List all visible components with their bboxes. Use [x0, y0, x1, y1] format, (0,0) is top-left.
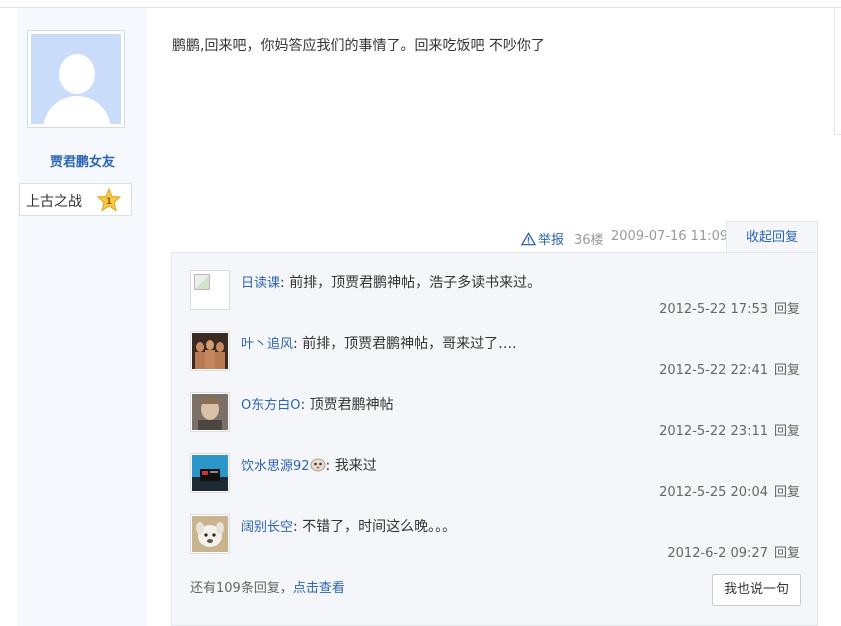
- reply-footer: 2012-6-2 09:27 回复: [667, 542, 800, 561]
- reply-footer: 2012-5-22 22:41 回复: [659, 359, 800, 378]
- floor-number: 36楼: [574, 233, 604, 248]
- emoji-face-icon: [310, 458, 325, 472]
- reply-button[interactable]: 回复: [774, 485, 800, 500]
- reply-user[interactable]: O东方白O: [241, 398, 300, 413]
- reply-user[interactable]: 饮水思源92: [241, 459, 310, 474]
- group-photo-icon: [192, 333, 228, 369]
- rank-level: 1: [106, 197, 112, 207]
- broken-image-icon: [192, 272, 228, 308]
- reply-button[interactable]: 回复: [774, 363, 800, 378]
- reply-footer: 2012-5-22 23:11 回复: [659, 420, 800, 439]
- list-item: 日读课: 前排，顶贾君鹏神帖，浩子多读书来过。 2012-5-22 17:53 回…: [190, 270, 800, 330]
- more-replies: 还有109条回复，点击查看: [190, 577, 345, 596]
- reply-line: 阔别长空: 不错了，时间这么晚。。。: [241, 519, 457, 535]
- reply-footer: 2012-5-25 20:04 回复: [659, 481, 800, 500]
- post-page: 贾君鹏女友 上古之战 1 鹏鹏,回来吧，你妈答应我们的事情了。回来吃饭吧 不吵你…: [0, 0, 841, 626]
- list-item: 阔别长空: 不错了，时间这么晚。。。 2012-6-2 09:27 回复: [190, 514, 800, 574]
- reply-user[interactable]: 叶丶追风: [241, 337, 293, 352]
- author-sidebar: 贾君鹏女友 上古之战 1: [18, 8, 147, 626]
- right-divider-tick: [834, 134, 841, 135]
- report-link[interactable]: 举报: [521, 229, 564, 248]
- sheep-photo-icon: [192, 516, 228, 552]
- reply-time: 2012-5-22 22:41: [659, 363, 768, 378]
- reply-time: 2012-5-22 17:53: [659, 302, 768, 317]
- reply-time: 2012-5-22 23:11: [659, 424, 768, 439]
- reply-list: 日读课: 前排，顶贾君鹏神帖，浩子多读书来过。 2012-5-22 17:53 回…: [171, 252, 818, 626]
- reply-text: 我来过: [334, 458, 377, 474]
- collapse-replies-button[interactable]: 收起回复: [726, 221, 818, 253]
- list-item: 饮水思源92: 我来过 2012-5-25 20:04 回复: [190, 453, 800, 513]
- reply-avatar[interactable]: [190, 392, 230, 432]
- author-rank-badge[interactable]: 上古之战 1: [19, 183, 132, 216]
- portrait-photo-icon: [192, 394, 228, 430]
- reply-line: O东方白O: 顶贾君鹏神帖: [241, 397, 394, 413]
- list-item: 叶丶追风: 前排，顶贾君鹏神帖，哥来过了…. 2012-5-22 22:41 回复: [190, 331, 800, 391]
- reply-line: 日读课: 前排，顶贾君鹏神帖，浩子多读书来过。: [241, 275, 542, 291]
- star-level-icon: 1: [97, 188, 121, 212]
- reply-user[interactable]: 日读课: [241, 276, 280, 291]
- warning-icon: [521, 231, 536, 245]
- reply-button[interactable]: 回复: [774, 302, 800, 317]
- list-item: O东方白O: 顶贾君鹏神帖 2012-5-22 23:11 回复: [190, 392, 800, 452]
- more-replies-count: 还有109条回复，: [190, 581, 293, 596]
- reply-avatar[interactable]: [190, 514, 230, 554]
- add-reply-button[interactable]: 我也说一句: [712, 574, 801, 606]
- post-content: 鹏鹏,回来吧，你妈答应我们的事情了。回来吃饭吧 不吵你了: [172, 38, 545, 54]
- reply-text: 前排，顶贾君鹏神帖，浩子多读书来过。: [289, 275, 542, 291]
- report-label: 举报: [538, 233, 565, 248]
- reply-avatar[interactable]: [190, 331, 230, 371]
- reply-button[interactable]: 回复: [774, 424, 800, 439]
- reply-text: 前排，顶贾君鹏神帖，哥来过了….: [302, 336, 517, 352]
- reply-line: 饮水思源92: 我来过: [241, 458, 377, 474]
- reply-button[interactable]: 回复: [774, 546, 800, 561]
- reply-time: 2012-5-25 20:04: [659, 485, 768, 500]
- reply-text: 不错了，时间这么晚。。。: [302, 519, 457, 535]
- right-divider: [834, 8, 835, 134]
- reply-text: 顶贾君鹏神帖: [309, 397, 394, 413]
- post-time: 2009-07-16 11:09: [611, 229, 729, 244]
- reply-time: 2012-6-2 09:27: [667, 546, 768, 561]
- default-avatar-icon: [31, 34, 121, 124]
- author-name[interactable]: 贾君鹏女友: [18, 151, 147, 170]
- author-avatar[interactable]: [27, 30, 125, 128]
- reply-user[interactable]: 阔别长空: [241, 520, 293, 535]
- reply-line: 叶丶追风: 前排，顶贾君鹏神帖，哥来过了….: [241, 336, 517, 352]
- reply-avatar[interactable]: [190, 270, 230, 310]
- device-photo-icon: [192, 455, 228, 491]
- view-more-link[interactable]: 点击查看: [293, 581, 345, 596]
- reply-footer: 2012-5-22 17:53 回复: [659, 298, 800, 317]
- reply-avatar[interactable]: [190, 453, 230, 493]
- rank-title: 上古之战: [26, 194, 82, 210]
